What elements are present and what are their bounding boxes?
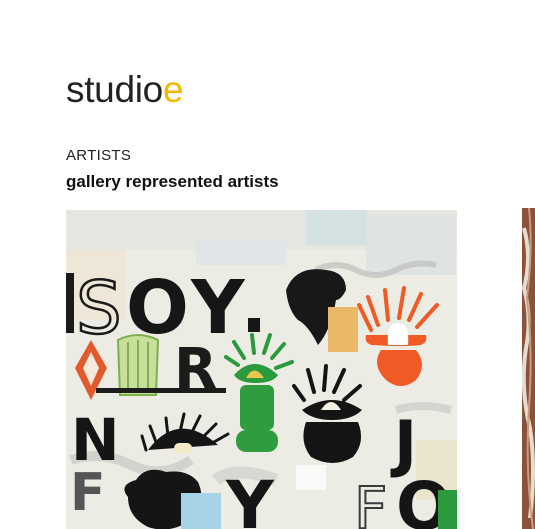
logo-text: studio	[66, 69, 163, 110]
artist-card-artwork[interactable]: S O Y R N J F Y F O	[66, 210, 457, 529]
logo-accent-letter: e	[162, 69, 184, 110]
section-title: gallery represented artists	[66, 172, 279, 191]
section-label: ARTISTS	[66, 147, 132, 164]
svg-text:S: S	[76, 266, 122, 350]
artwork-image: S O Y R N J F Y F O	[66, 210, 457, 529]
svg-text:R: R	[174, 337, 217, 402]
artist-card-next-artwork[interactable]	[522, 208, 535, 529]
artwork-image-partial	[522, 208, 535, 529]
studio-logo[interactable]: studioe	[66, 68, 184, 112]
svg-text:Y: Y	[225, 467, 275, 529]
svg-text:F: F	[70, 463, 106, 523]
svg-text:F: F	[354, 474, 387, 529]
